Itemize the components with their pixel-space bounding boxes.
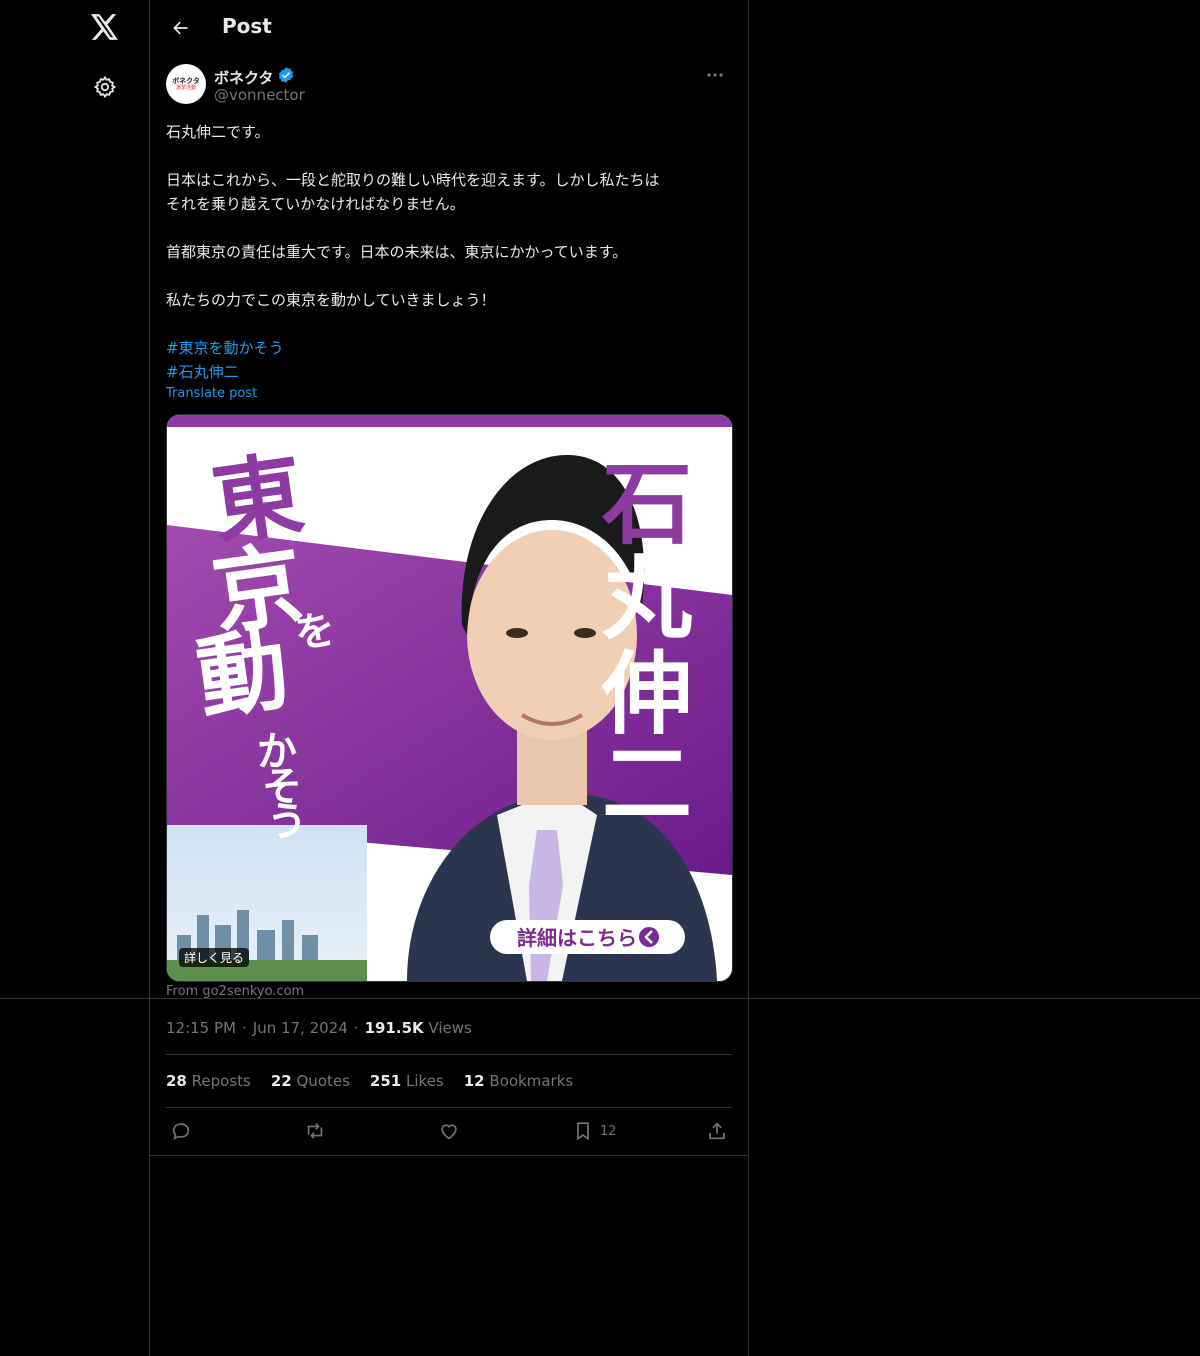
- like-button[interactable]: [438, 1118, 460, 1144]
- reposts-stat[interactable]: 28 Reposts: [166, 1072, 251, 1090]
- x-logo-icon[interactable]: [82, 4, 128, 50]
- engagement-stats: 28 Reposts 22 Quotes 251 Likes 12 Bookma…: [166, 1072, 573, 1090]
- svg-text:二: 二: [602, 732, 692, 837]
- share-button[interactable]: [706, 1118, 728, 1144]
- divider: [166, 1054, 732, 1055]
- svg-text:詳細はこちら: 詳細はこちら: [517, 926, 637, 950]
- avatar-text: ボネクタ: [172, 76, 200, 85]
- hashtag-link[interactable]: #石丸伸二: [166, 360, 732, 384]
- main-column: Post ボネクタ 選挙活動 ボネクタ @vonnector 石丸伸二です。 日…: [149, 0, 749, 1356]
- verified-badge-icon: [277, 66, 295, 88]
- reposts-count: 28: [166, 1072, 187, 1090]
- post-body: 石丸伸二です。 日本はこれから、一段と舵取りの難しい時代を迎えます。しかし私たち…: [166, 120, 732, 384]
- quotes-label: Quotes: [296, 1072, 350, 1090]
- divider: [149, 1155, 749, 1156]
- divider: [166, 1107, 732, 1108]
- left-nav: [0, 0, 149, 1356]
- ellipsis-icon[interactable]: [698, 64, 732, 86]
- svg-text:丸: 丸: [601, 547, 692, 652]
- translate-link[interactable]: Translate post: [166, 386, 257, 401]
- bookmarks-stat[interactable]: 12 Bookmarks: [464, 1072, 573, 1090]
- separator-dot: ·: [353, 1019, 359, 1037]
- bookmark-count: 12: [600, 1123, 617, 1139]
- views-count: 191.5K: [364, 1019, 424, 1037]
- heart-icon: [441, 1124, 457, 1140]
- views-label: Views: [428, 1019, 472, 1037]
- svg-text:を: を: [292, 607, 338, 658]
- likes-label: Likes: [406, 1072, 444, 1090]
- avatar[interactable]: ボネクタ 選挙活動: [166, 64, 206, 104]
- likes-count: 251: [369, 1072, 402, 1090]
- post-paragraph: 石丸伸二です。: [166, 123, 270, 141]
- action-bar: 12: [166, 1118, 732, 1144]
- post-paragraph: 私たちの力でこの東京を動かしていきましょう！: [166, 291, 496, 309]
- post-time[interactable]: 12:15 PM: [166, 1019, 236, 1037]
- views: 191.5K Views: [365, 1019, 472, 1037]
- repost-button[interactable]: [304, 1118, 326, 1144]
- quotes-stat[interactable]: 22 Quotes: [271, 1072, 350, 1090]
- card-source-link[interactable]: From go2senkyo.com: [166, 984, 304, 999]
- svg-text:石: 石: [602, 452, 692, 557]
- bookmarks-label: Bookmarks: [489, 1072, 574, 1090]
- quotes-count: 22: [270, 1072, 292, 1090]
- author-name-text: ボネクタ: [214, 68, 274, 87]
- gear-icon[interactable]: [82, 64, 128, 110]
- bookmarks-count: 12: [463, 1072, 485, 1090]
- bookmark-icon: [577, 1122, 589, 1141]
- svg-text:動: 動: [191, 617, 295, 734]
- likes-stat[interactable]: 251 Likes: [370, 1072, 444, 1090]
- author-name[interactable]: ボネクタ: [214, 66, 295, 88]
- separator-dot: ·: [241, 1019, 247, 1037]
- card-image: 東 京 を 動 か そ う 石 丸 伸 二 詳細はこちら: [167, 415, 732, 981]
- card-badge: 詳しく見る: [179, 948, 250, 967]
- reposts-label: Reposts: [191, 1072, 251, 1090]
- repost-icon: [307, 1123, 323, 1139]
- page-title: Post: [222, 14, 272, 38]
- post-paragraph: 首都東京の責任は重大です。日本の未来は、東京にかかっています。: [166, 243, 628, 261]
- author-handle[interactable]: @vonnector: [214, 86, 305, 104]
- avatar-subtext: 選挙活動: [175, 84, 196, 91]
- link-card[interactable]: 東 京 を 動 か そ う 石 丸 伸 二 詳細はこちら 詳しく見る: [166, 414, 733, 982]
- share-icon: [709, 1122, 725, 1140]
- overlay-line: [0, 998, 1200, 999]
- post-paragraph: 日本はこれから、一段と舵取りの難しい時代を迎えます。しかし私たちは それを乗り越…: [166, 171, 660, 213]
- reply-icon: [172, 1123, 190, 1140]
- arrow-left-icon[interactable]: [164, 11, 198, 45]
- post-date[interactable]: Jun 17, 2024: [253, 1019, 348, 1037]
- bookmark-button[interactable]: 12: [572, 1118, 617, 1144]
- svg-text:う: う: [267, 799, 307, 845]
- hashtag-link[interactable]: #東京を動かそう: [166, 336, 732, 360]
- header-bar: Post: [150, 0, 748, 54]
- reply-button[interactable]: [170, 1118, 192, 1144]
- post-meta: 12:15 PM · Jun 17, 2024 · 191.5K Views: [166, 1019, 472, 1037]
